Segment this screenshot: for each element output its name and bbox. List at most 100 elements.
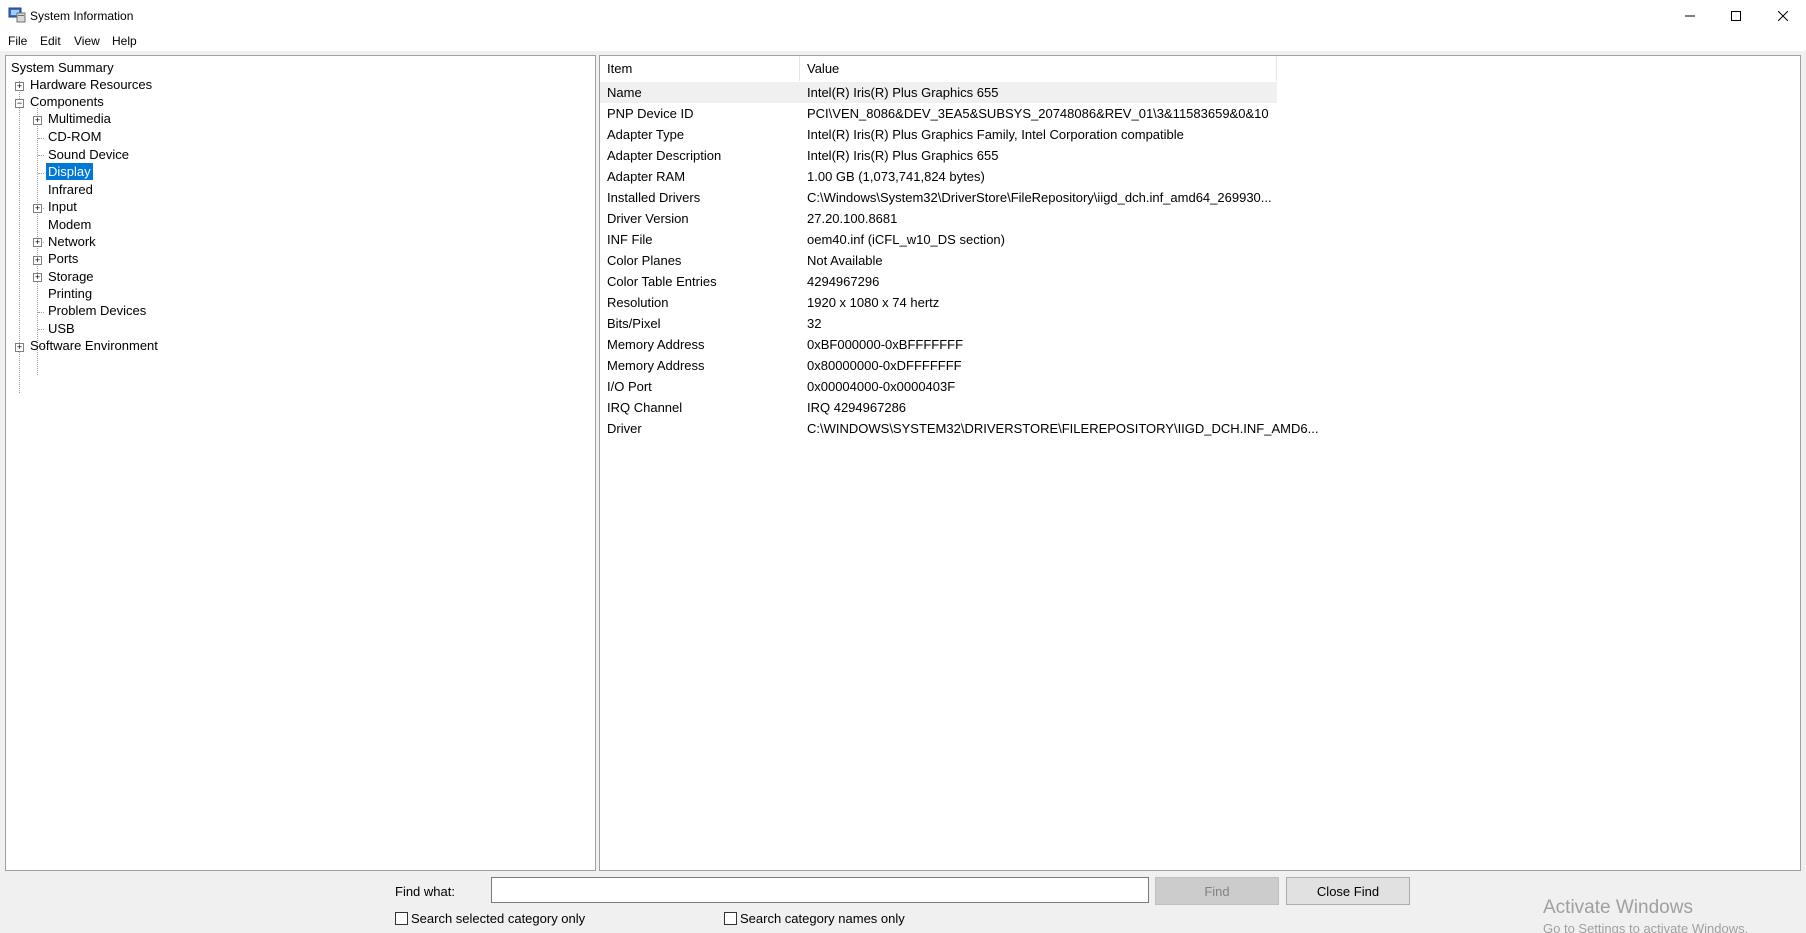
detail-value-cell: C:\Windows\System32\DriverStore\FileRepo… bbox=[807, 190, 1272, 205]
detail-value-cell: Intel(R) Iris(R) Plus Graphics 655 bbox=[807, 85, 999, 100]
maximize-icon bbox=[1731, 10, 1741, 21]
tree-item-storage[interactable]: Storage bbox=[48, 268, 94, 285]
detail-row[interactable]: Driver C:\WINDOWS\SYSTEM32\DRIVERSTORE\FI… bbox=[600, 418, 1318, 439]
detail-item-cell: Installed Drivers bbox=[607, 190, 701, 205]
tree-connector bbox=[38, 138, 44, 139]
detail-row[interactable]: Adapter Type Intel(R) Iris(R) Plus Graphi… bbox=[600, 124, 1277, 145]
detail-row[interactable]: Driver Version 27.20.100.8681 bbox=[600, 208, 1277, 229]
detail-row[interactable]: Color Planes Not Available bbox=[600, 250, 1277, 271]
column-header-item[interactable]: Item bbox=[600, 56, 800, 81]
detail-value-cell: C:\WINDOWS\SYSTEM32\DRIVERSTORE\FILEREPO… bbox=[807, 421, 1319, 436]
tree-connector bbox=[38, 155, 44, 156]
detail-row[interactable]: Adapter RAM 1.00 GB (1,073,741,824 bytes) bbox=[600, 166, 1277, 187]
detail-row[interactable]: PNP Device ID PCI\VEN_8086&DEV_3EA5&SUBSY… bbox=[600, 103, 1277, 124]
detail-value-cell: 32 bbox=[807, 316, 822, 331]
tree-item-cd-rom[interactable]: CD-ROM bbox=[48, 128, 101, 145]
detail-item-cell: Bits/Pixel bbox=[607, 316, 661, 331]
detail-value-cell: 27.20.100.8681 bbox=[807, 211, 898, 226]
tree-connector bbox=[38, 329, 44, 330]
detail-item-cell: Resolution bbox=[607, 295, 669, 310]
checkbox-box[interactable] bbox=[724, 912, 737, 925]
tree-item-software-environment[interactable]: Software Environment bbox=[30, 337, 158, 354]
detail-row[interactable]: Installed Drivers C:\Windows\System32\Dri… bbox=[600, 187, 1277, 208]
detail-value-cell: IRQ 4294967286 bbox=[807, 400, 907, 415]
detail-item-cell: IRQ Channel bbox=[607, 400, 683, 415]
detail-row[interactable]: Adapter Description Intel(R) Iris(R) Plus… bbox=[600, 145, 1277, 166]
checkbox-label: Search category names only bbox=[740, 911, 905, 926]
tree-item-sound-device[interactable]: Sound Device bbox=[48, 146, 129, 163]
expand-plus-icon[interactable]: + bbox=[33, 256, 42, 265]
tree-item-problem-devices[interactable]: Problem Devices bbox=[48, 302, 146, 319]
window-title: System Information bbox=[30, 9, 134, 23]
detail-item-cell: Adapter Description bbox=[607, 148, 722, 163]
find-button[interactable]: Find bbox=[1155, 877, 1279, 905]
detail-row[interactable]: Resolution 1920 x 1080 x 74 hertz bbox=[600, 292, 1277, 313]
detail-value-cell: 1920 x 1080 x 74 hertz bbox=[807, 295, 940, 310]
tree-connector bbox=[38, 312, 44, 313]
activate-windows-hint: Go to Settings to activate Windows. bbox=[1543, 921, 1749, 933]
detail-value-cell: 0x00004000-0x0000403F bbox=[807, 379, 956, 394]
detail-row[interactable]: INF File oem40.inf (iCFL_w10_DS section) bbox=[600, 229, 1277, 250]
expand-plus-icon[interactable]: + bbox=[33, 204, 42, 213]
detail-value-cell: Intel(R) Iris(R) Plus Graphics Family, I… bbox=[807, 127, 1184, 142]
search-category-names-checkbox[interactable]: Search category names only bbox=[724, 911, 905, 926]
maximize-button[interactable] bbox=[1713, 0, 1759, 31]
tree-item-multimedia[interactable]: Multimedia bbox=[48, 110, 111, 127]
tree-item-ports[interactable]: Ports bbox=[48, 250, 78, 267]
tree-item-modem[interactable]: Modem bbox=[48, 216, 91, 233]
detail-item-cell: Adapter RAM bbox=[607, 169, 686, 184]
expand-plus-icon[interactable]: + bbox=[33, 238, 42, 247]
detail-item-cell: Adapter Type bbox=[607, 127, 685, 142]
detail-item-cell: Color Planes bbox=[607, 253, 682, 268]
menu-bar: File Edit View Help bbox=[0, 31, 1806, 51]
find-bar: Find what: Find Close Find Search select… bbox=[0, 873, 1806, 933]
tree-connector bbox=[38, 173, 44, 174]
tree-item-infrared[interactable]: Infrared bbox=[48, 181, 93, 198]
expand-plus-icon[interactable]: + bbox=[33, 273, 42, 282]
menu-edit[interactable]: Edit bbox=[40, 34, 61, 48]
detail-value-cell: 0xBF000000-0xBFFFFFFF bbox=[807, 337, 964, 352]
title-bar: System Information bbox=[0, 0, 1806, 31]
expand-plus-icon[interactable]: + bbox=[15, 82, 24, 91]
detail-value-cell: 1.00 GB (1,073,741,824 bytes) bbox=[807, 169, 985, 184]
detail-value-cell: oem40.inf (iCFL_w10_DS section) bbox=[807, 232, 1005, 247]
collapse-minus-icon[interactable]: − bbox=[15, 99, 24, 108]
search-selected-category-checkbox[interactable]: Search selected category only bbox=[395, 911, 585, 926]
detail-item-cell: INF File bbox=[607, 232, 653, 247]
detail-item-cell: I/O Port bbox=[607, 379, 652, 394]
detail-row[interactable]: Bits/Pixel 32 bbox=[600, 313, 1277, 334]
detail-item-cell: Driver Version bbox=[607, 211, 689, 226]
tree-item-printing[interactable]: Printing bbox=[48, 285, 92, 302]
column-header-value[interactable]: Value bbox=[800, 56, 1277, 81]
detail-row[interactable]: I/O Port 0x00004000-0x0000403F bbox=[600, 376, 1277, 397]
tree-item-network[interactable]: Network bbox=[48, 233, 96, 250]
checkbox-box[interactable] bbox=[395, 912, 408, 925]
tree-item-system-summary[interactable]: System Summary bbox=[11, 59, 114, 76]
detail-row[interactable]: Memory Address 0xBF000000-0xBFFFFFFF bbox=[600, 334, 1277, 355]
close-button[interactable] bbox=[1760, 0, 1806, 31]
tree-item-display[interactable]: Display bbox=[46, 163, 93, 180]
expand-plus-icon[interactable]: + bbox=[33, 116, 42, 125]
tree-item-components[interactable]: Components bbox=[30, 93, 104, 110]
find-input[interactable] bbox=[491, 877, 1149, 903]
minimize-button[interactable] bbox=[1667, 0, 1713, 31]
details-list[interactable]: Item Value Name Intel(R) Iris(R) Plus Gra… bbox=[599, 55, 1801, 871]
expand-plus-icon[interactable]: + bbox=[15, 343, 24, 352]
detail-item-cell: Name bbox=[607, 85, 642, 100]
menu-view[interactable]: View bbox=[74, 34, 100, 48]
menu-file[interactable]: File bbox=[8, 34, 27, 48]
detail-value-cell: Intel(R) Iris(R) Plus Graphics 655 bbox=[807, 148, 999, 163]
checkbox-label: Search selected category only bbox=[411, 911, 586, 926]
activate-windows-watermark: Activate Windows bbox=[1543, 897, 1693, 918]
close-find-button[interactable]: Close Find bbox=[1286, 877, 1410, 905]
tree-item-usb[interactable]: USB bbox=[48, 320, 75, 337]
detail-row[interactable]: Color Table Entries 4294967296 bbox=[600, 271, 1277, 292]
detail-row[interactable]: Memory Address 0x80000000-0xDFFFFFFF bbox=[600, 355, 1277, 376]
tree-item-hardware-resources[interactable]: Hardware Resources bbox=[30, 76, 152, 93]
category-tree[interactable]: System Summary + Hardware Resources − Co… bbox=[5, 55, 596, 871]
detail-item-cell: PNP Device ID bbox=[607, 106, 694, 121]
detail-row[interactable]: IRQ Channel IRQ 4294967286 bbox=[600, 397, 1277, 418]
tree-item-input[interactable]: Input bbox=[48, 198, 77, 215]
menu-help[interactable]: Help bbox=[112, 34, 137, 48]
detail-row[interactable]: Name Intel(R) Iris(R) Plus Graphics 655 bbox=[600, 82, 1277, 103]
